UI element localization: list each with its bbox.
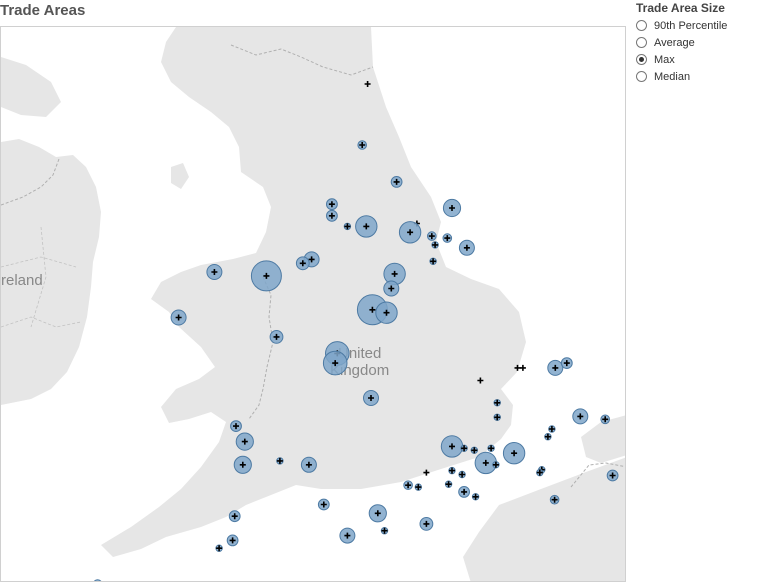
legend-option-90th-percentile[interactable]: 90th Percentile (636, 17, 782, 34)
legend: Trade Area Size 90th Percentile Average … (636, 1, 782, 85)
store-marker[interactable] (95, 581, 101, 582)
label-ireland: reland (1, 272, 43, 289)
map-canvas[interactable]: reland United Kingdom (1, 27, 626, 582)
legend-option-max[interactable]: Max (636, 51, 782, 68)
radio-max[interactable] (636, 54, 647, 65)
legend-title: Trade Area Size (636, 1, 725, 15)
legend-option-label: Median (654, 70, 691, 83)
legend-option-average[interactable]: Average (636, 34, 782, 51)
radio-median[interactable] (636, 71, 647, 82)
radio-average[interactable] (636, 37, 647, 48)
legend-option-median[interactable]: Median (636, 68, 782, 85)
legend-option-label: Average (654, 36, 695, 49)
page-title: Trade Areas (0, 2, 86, 19)
legend-option-label: 90th Percentile (654, 19, 728, 32)
radio-90th-percentile[interactable] (636, 20, 647, 31)
map-view[interactable]: reland United Kingdom (0, 26, 626, 582)
legend-option-label: Max (654, 53, 675, 66)
